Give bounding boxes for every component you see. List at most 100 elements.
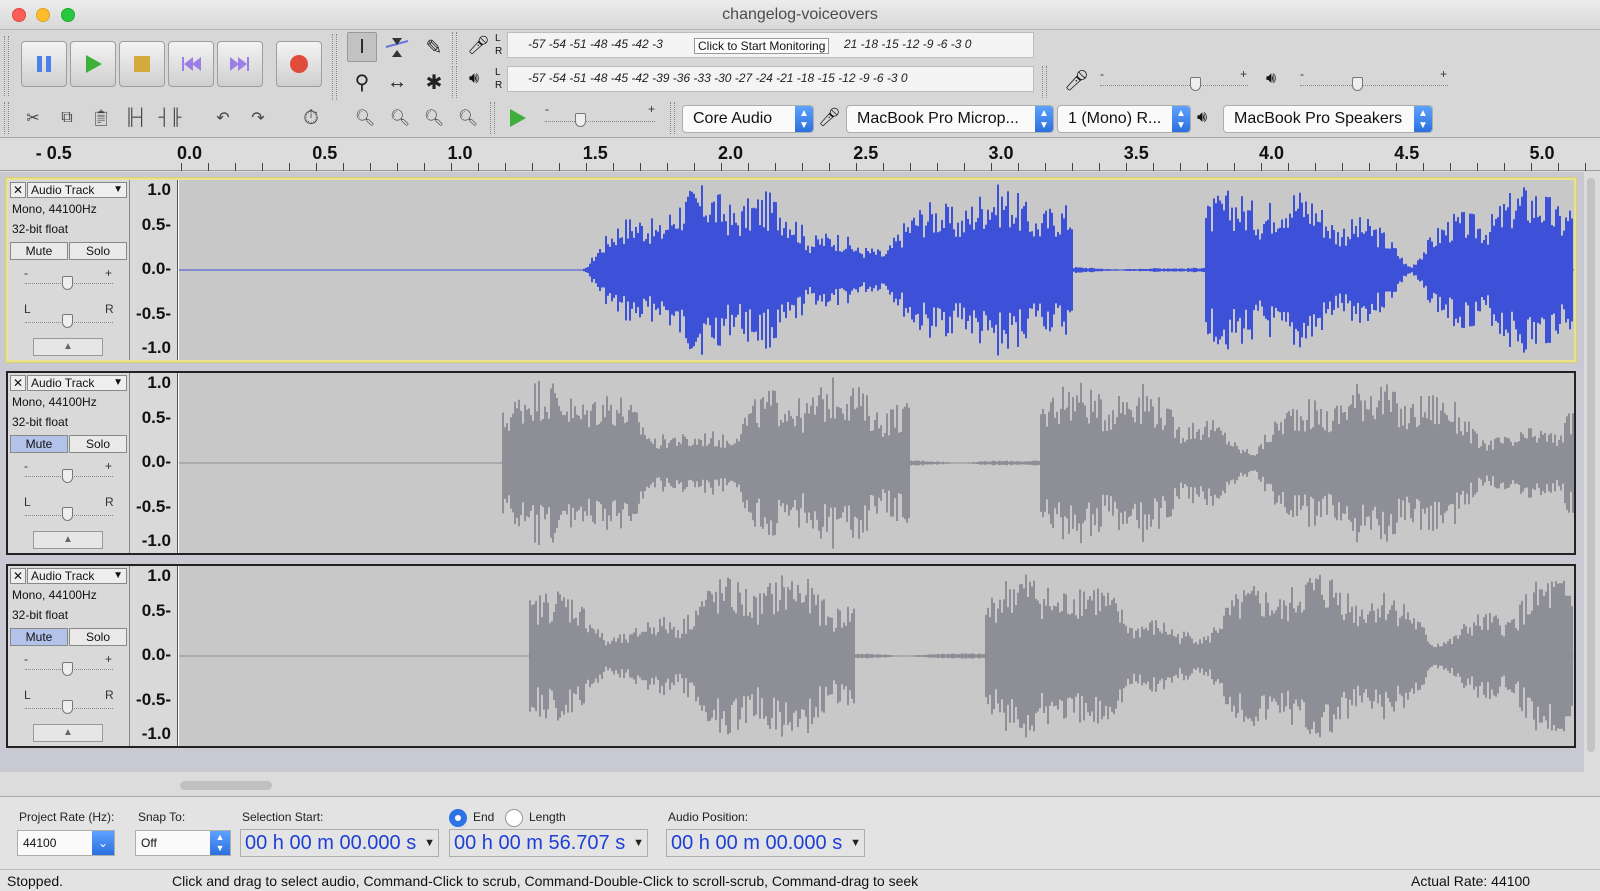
pause-button[interactable] [21,41,67,87]
zoom-tool[interactable]: ⚲ [347,67,377,97]
selection-end-time[interactable]: 00 h 00 m 56.707 s ▼ [449,829,648,857]
edit-grip[interactable] [4,102,9,134]
track-close-button[interactable]: ✕ [10,182,26,198]
gain-slider[interactable] [62,276,73,290]
record-meter-grip[interactable] [452,32,457,64]
stop-button[interactable] [119,41,165,87]
status-rate: Actual Rate: 44100 [1411,873,1531,889]
mute-button[interactable]: Mute [10,628,68,646]
device-grip[interactable] [670,102,675,134]
record-button[interactable] [276,41,322,87]
playback-volume-slider[interactable] [1352,77,1363,91]
pan-slider[interactable] [62,507,73,521]
cut-button[interactable]: ✂ [18,104,48,132]
audio-track[interactable]: ✕ Audio Track ▼ Mono, 44100Hz 32-bit float Mu… [6,178,1576,362]
amplitude-ruler[interactable]: 1.0 0.5- 0.0- -0.5- -1.0 [130,373,178,553]
selection-start-time[interactable]: 00 h 00 m 00.000 s ▼ [240,829,439,857]
timeline-ruler[interactable]: - 0.5 0.0 0.5 1.0 1.5 2.0 2.5 3.0 3.5 4.0 4.5 5.0 [0,139,1600,171]
paste-button[interactable]: 📋︎ [86,104,116,132]
mute-button[interactable]: Mute [10,242,68,260]
track-control-panel[interactable]: ✕ Audio Track ▼ Mono, 44100Hz 32-bit float Mu… [8,180,130,360]
track-menu-button[interactable]: Audio Track ▼ [27,182,127,198]
skip-to-end-button[interactable] [217,41,263,87]
snap-to-select[interactable]: Off ▲ ▼ [135,830,231,856]
speed-minus: - [545,102,549,116]
playback-device-select[interactable]: MacBook Pro Speakers ▲ ▼ [1223,105,1433,133]
snap-to-value: Off [141,836,157,850]
trim-button[interactable]: ╟┤ [121,104,151,132]
play-at-speed-button[interactable] [502,104,532,132]
end-radio[interactable] [449,809,467,827]
track-menu-button[interactable]: Audio Track ▼ [27,375,127,391]
transport-grip[interactable] [4,36,9,96]
track-close-button[interactable]: ✕ [10,375,26,391]
mute-button[interactable]: Mute [10,435,68,453]
time-shift-tool[interactable]: ↔ [382,67,412,97]
gain-slider[interactable] [62,662,73,676]
tools-grip[interactable] [332,34,337,100]
audio-host-select[interactable]: Core Audio ▲ ▼ [682,105,814,133]
selection-end-value: 00 h 00 m 56.707 s [454,832,626,854]
playback-volume-minus: - [1300,67,1304,81]
recording-channels-select[interactable]: 1 (Mono) R... ▲ ▼ [1057,105,1191,133]
collapse-track-button[interactable]: ▲ [33,724,103,742]
track-close-button[interactable]: ✕ [10,568,26,584]
track-menu-button[interactable]: Audio Track ▼ [27,568,127,584]
project-rate-value: 44100 [23,836,57,850]
amplitude-ruler[interactable]: 1.0 0.5- 0.0- -0.5- -1.0 [130,566,178,746]
collapse-track-button[interactable]: ▲ [33,531,103,549]
zoom-out-button[interactable]: 🔍︎ [385,104,415,132]
waveform-area[interactable] [179,180,1574,360]
amplitude-ruler[interactable]: 1.0 0.5- 0.0- -0.5- -1.0 [130,180,178,360]
play-at-speed-grip[interactable] [490,102,495,134]
sync-lock-button[interactable]: ⏱︎ [296,104,326,132]
record-meter-mic-icon[interactable]: 🎤︎ [467,35,490,56]
draw-tool[interactable]: ✎ [419,32,449,62]
play-speed-slider[interactable] [575,113,586,127]
track-panel[interactable]: ✕ Audio Track ▼ Mono, 44100Hz 32-bit float Mu… [0,172,1584,772]
multi-tool[interactable]: ✱ [419,67,449,97]
vertical-scrollbar[interactable] [1587,178,1595,752]
solo-button[interactable]: Solo [69,242,127,260]
playback-volume-plus: + [1440,67,1448,81]
waveform-area[interactable] [179,566,1574,746]
fit-project-button[interactable]: 🔍︎ [453,104,483,132]
play-button[interactable] [70,41,116,87]
toolbar-area: I ✎ ⚲ ↔ ✱ 🎤︎ L R -57 -54 -51 -48 -45 -42… [0,30,1600,138]
start-monitoring-tip[interactable]: Click to Start Monitoring [694,38,830,54]
silence-button[interactable]: ┤╟ [155,104,185,132]
recording-device-select[interactable]: MacBook Pro Microp... ▲ ▼ [846,105,1054,133]
playback-meter[interactable]: -57 -54 -51 -48 -45 -42 -39 -36 -33 -30 … [507,66,1034,92]
envelope-tool[interactable] [382,32,412,62]
pan-slider[interactable] [62,700,73,714]
audio-track[interactable]: ✕ Audio Track ▼ Mono, 44100Hz 32-bit float Mu… [6,564,1576,748]
track-control-panel[interactable]: ✕ Audio Track ▼ Mono, 44100Hz 32-bit float Mu… [8,373,130,553]
copy-button[interactable]: ⧉ [52,104,82,132]
zoom-in-button[interactable]: 🔍︎ [350,104,380,132]
length-radio[interactable] [505,809,523,827]
play-meter-grip[interactable] [452,66,457,98]
solo-button[interactable]: Solo [69,435,127,453]
record-meter[interactable]: -57 -54 -51 -48 -45 -42 -3 Click to Star… [507,32,1034,58]
gain-slider[interactable] [62,469,73,483]
solo-button[interactable]: Solo [69,628,127,646]
recording-volume-slider[interactable] [1190,77,1201,91]
track-control-panel[interactable]: ✕ Audio Track ▼ Mono, 44100Hz 32-bit float Mu… [8,566,130,746]
undo-button[interactable]: ↶ [208,104,238,132]
project-rate-field[interactable]: 44100 ⌄ [17,830,115,856]
skip-to-start-button[interactable] [168,41,214,87]
redo-button[interactable]: ↷ [243,104,273,132]
audio-track[interactable]: ✕ Audio Track ▼ Mono, 44100Hz 32-bit float Mu… [6,371,1576,555]
collapse-track-button[interactable]: ▲ [33,338,103,356]
mixer-grip[interactable] [1042,66,1047,98]
play-meter-speaker-icon[interactable]: 🔊︎ [469,70,479,88]
window-title: changelog-voiceovers [722,6,878,23]
amp-label: 0.5- [141,215,171,234]
audio-position-time[interactable]: 00 h 00 m 00.000 s ▼ [666,829,865,857]
pan-slider[interactable] [62,314,73,328]
horizontal-scrollbar[interactable] [180,781,272,790]
selection-tool[interactable]: I [347,32,377,62]
waveform-area[interactable] [179,373,1574,553]
double-arrow-icon: ↔ [387,70,407,93]
fit-selection-button[interactable]: 🔍︎ [419,104,449,132]
